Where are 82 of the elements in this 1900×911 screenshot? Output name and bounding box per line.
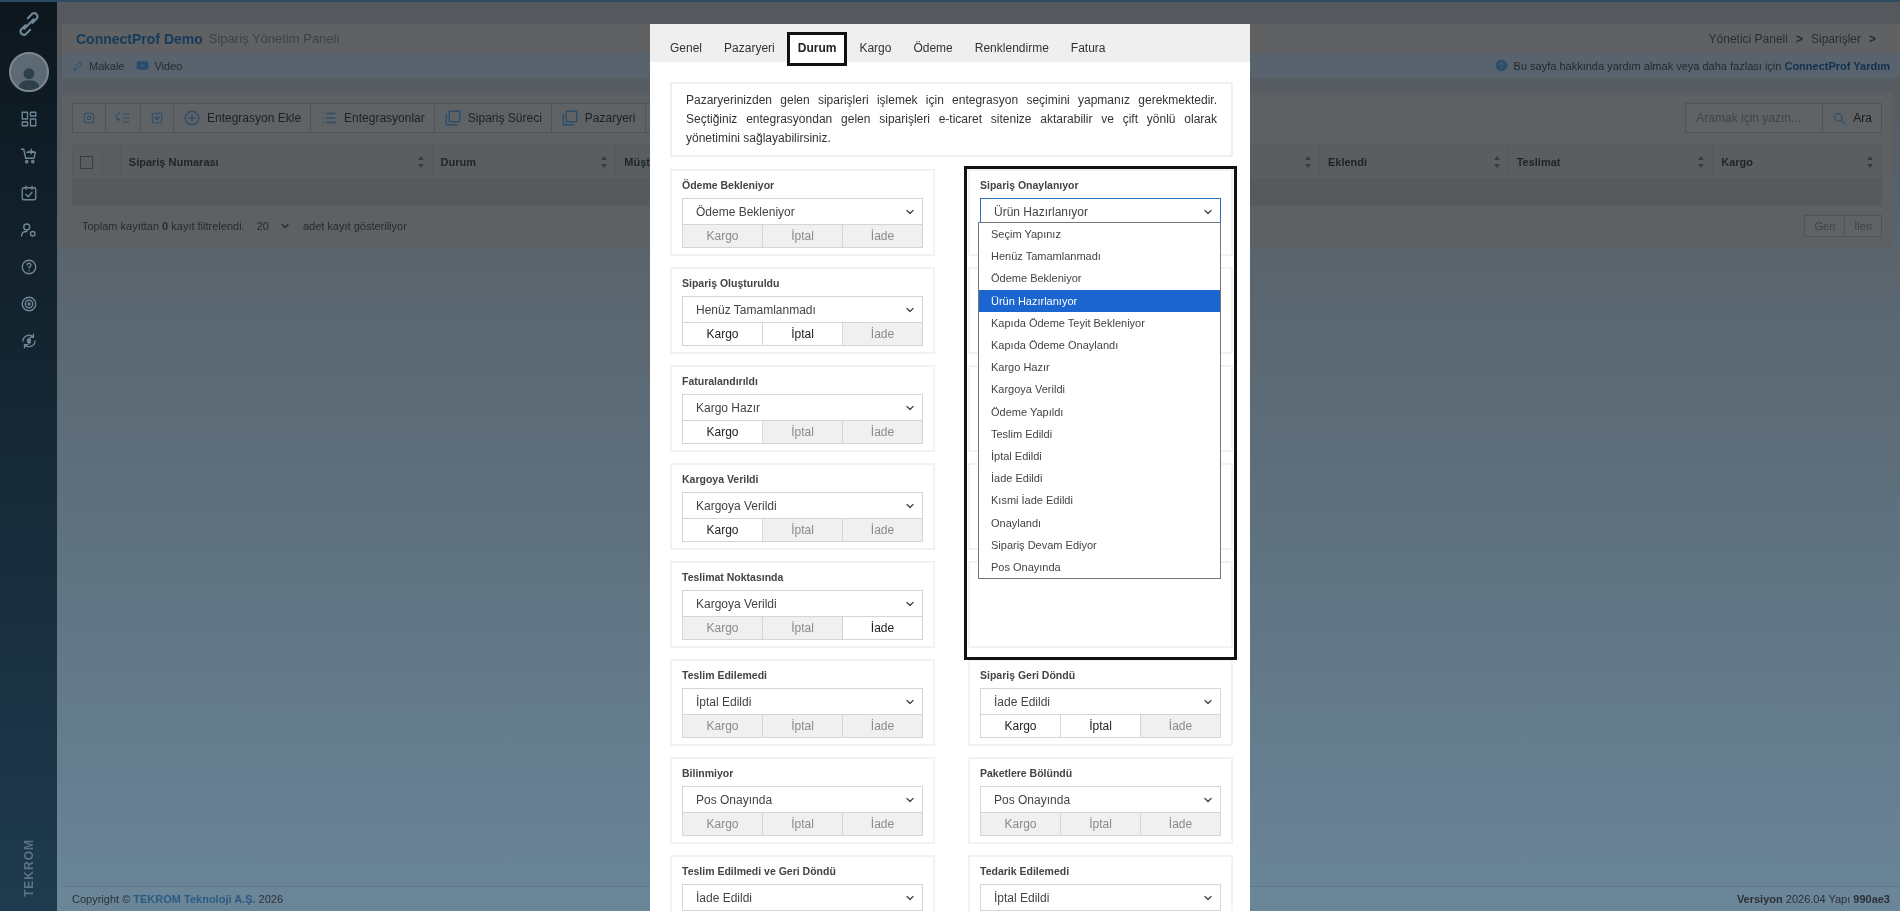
video-icon [136,59,150,72]
dropdown-option[interactable]: Kısmi İade Edildi [979,489,1220,512]
status-select[interactable]: İade Edildi [980,688,1221,715]
card-label: Teslimat Noktasında [682,571,785,585]
status-select[interactable]: Pos Onayında [980,786,1221,813]
card-label: Bilinmiyor [682,767,735,781]
dropdown-option[interactable]: Pos Onayında [979,555,1220,578]
dialog-tab[interactable]: Genel [660,32,713,65]
sort-icon[interactable] [1493,156,1500,168]
calendar-check-icon [19,184,38,202]
sort-icon[interactable] [1867,156,1873,168]
dropdown-option[interactable]: Seçim Yapınız [979,223,1220,246]
card-label: Sipariş Oluşturuldu [682,277,781,291]
card-label: Sipariş Onaylanıyor [980,179,1080,193]
sort-icon[interactable] [601,156,608,168]
settings-button[interactable] [72,103,106,133]
help-text: Bu sayfa hakkında yardım almak veya daha fazlası için ConnectProf Yardım [1513,59,1890,72]
search-icon [1832,110,1848,126]
sort-icon[interactable] [1698,156,1705,168]
dialog-tab[interactable]: Fatura [1060,32,1116,65]
status-select[interactable]: İade Edildi [682,884,923,911]
card-label: Sipariş Geri Döndü [980,669,1077,683]
version-text: Versiyon 2026.04 Yapı 990ae3 [1736,893,1890,905]
squares-icon [560,109,579,127]
dropdown-option[interactable]: Onaylandı [979,511,1220,534]
list-refresh-button[interactable] [105,103,141,133]
dialog-tab[interactable]: Kargo [849,32,902,65]
download-button[interactable] [140,103,174,133]
copyright-text: Copyright © TEKROM Teknoloji A.Ş. 2026 [72,893,284,905]
dropdown-option[interactable]: Ödeme Yapıldı [979,400,1220,423]
user-gear-icon [19,221,38,239]
dropdown-option[interactable]: Sipariş Devam Ediyor [979,533,1220,556]
status-select[interactable]: Henüz Tamamlanmadı [682,296,923,323]
dropdown-option[interactable]: İade Edildi [979,467,1220,490]
stack-icon [443,109,462,127]
status-select[interactable]: Kargoya Verildi [682,590,923,617]
status-select[interactable]: İptal Edildi [980,884,1221,911]
dropdown-option[interactable]: Teslim Edildi [979,422,1220,445]
sort-icon[interactable] [1304,156,1311,168]
dropdown-option[interactable]: Henüz Tamamlanmadı [979,245,1220,268]
select-all-checkbox[interactable] [80,155,93,169]
card-label: Tedarik Edilemedi [980,865,1071,879]
dialog-tab[interactable]: Durum [786,32,848,66]
dropdown-option[interactable]: İptal Edildi [979,444,1220,468]
dialog-tab[interactable]: Renklendirme [964,32,1059,65]
sort-icon[interactable] [417,156,424,168]
dialog-tab[interactable]: Pazaryeri [714,32,785,65]
card-label: Teslim Edilmedi ve Geri Döndü [682,865,837,879]
app-title: ConnectProf Demo [76,30,203,47]
brand-label: TEKROM [21,839,36,897]
status-select[interactable]: Ödeme Bekleniyor [682,198,923,225]
target-icon [19,295,38,313]
breadcrumb-separator: > [1795,31,1803,46]
intro-text: Pazaryerinizden gelen siparişleri işlemek için entegrasyon seçimini yapmanız gerekmektedir. Seçtiğiniz entegrasyondan gelen siparişleri e-ticaret sitenize aktarabilir ve çift yönlü olarak yönetimini sağlayabilirsiniz. [670,82,1233,157]
status-select[interactable]: Kargo Hazır [682,394,923,421]
plus-circle-icon [183,109,201,127]
dropdown-option[interactable]: Kargo Hazır [979,356,1220,379]
card-label: Paketlere Bölündü [980,767,1074,781]
status-select[interactable]: İptal Edildi [682,688,923,715]
dropdown-option[interactable]: Ürün Hazırlanıyor [979,289,1220,312]
card-label: Faturalandırıldı [682,375,759,389]
list-refresh-icon [115,110,131,126]
card-label: Teslim Edilemedi [682,669,768,683]
status-select[interactable]: Pos Onayında [682,786,923,813]
breadcrumb-separator: > [1869,31,1876,46]
download-icon [150,111,164,125]
help-icon [19,258,38,276]
dropdown-option[interactable]: Ödeme Bekleniyor [979,267,1220,290]
avatar[interactable] [8,52,49,92]
dropdown-option[interactable]: Kapıda Ödeme Onaylandı [979,333,1220,357]
dropdown-option[interactable]: Kapıda Ödeme Teyit Bekleniyor [979,311,1220,334]
status-select[interactable]: Kargoya Verildi [682,492,923,519]
dialog-tab[interactable]: Ödeme [903,32,963,65]
sync-icon [19,332,38,350]
help-icon [1494,59,1508,72]
dropdown-option[interactable]: Kargoya Verildi [979,378,1220,401]
cart-plus-icon [19,147,38,165]
card-label: Ödeme Bekleniyor [682,179,776,193]
card-label: Kargoya Verildi [682,473,760,487]
dashboard-icon [19,110,38,128]
settings-icon [82,111,96,125]
pencil-icon [72,59,84,72]
